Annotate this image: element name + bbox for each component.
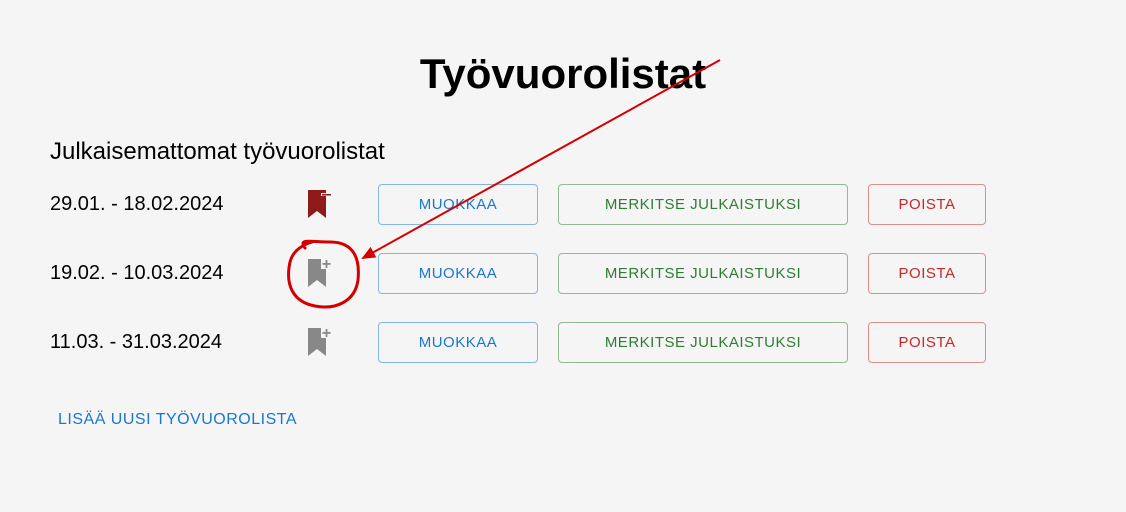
status-icon-cell bbox=[308, 190, 378, 220]
edit-button[interactable]: MUOKKAA bbox=[378, 322, 538, 363]
delete-button[interactable]: POISTA bbox=[868, 184, 986, 225]
delete-button[interactable]: POISTA bbox=[868, 322, 986, 363]
section-title: Julkaisemattomat työvuorolistat bbox=[50, 138, 1076, 166]
schedule-row: 29.01. - 18.02.2024 MUOKKAA MERKITSE JUL… bbox=[50, 184, 1076, 225]
edit-button[interactable]: MUOKKAA bbox=[378, 184, 538, 225]
delete-button[interactable]: POISTA bbox=[868, 253, 986, 294]
schedule-row: 19.02. - 10.03.2024 MUOKKAA MERKITSE JUL… bbox=[50, 253, 1076, 294]
date-range: 29.01. - 18.02.2024 bbox=[50, 193, 308, 216]
date-range: 19.02. - 10.03.2024 bbox=[50, 262, 308, 285]
bookmark-plus-icon bbox=[308, 328, 332, 358]
schedule-row: 11.03. - 31.03.2024 MUOKKAA MERKITSE JUL… bbox=[50, 322, 1076, 363]
bookmark-minus-icon bbox=[308, 190, 332, 220]
page-title: Työvuorolistat bbox=[50, 50, 1076, 98]
status-icon-cell bbox=[308, 259, 378, 289]
date-range: 11.03. - 31.03.2024 bbox=[50, 331, 308, 354]
mark-published-button[interactable]: MERKITSE JULKAISTUKSI bbox=[558, 253, 848, 294]
bookmark-plus-icon bbox=[308, 259, 332, 289]
mark-published-button[interactable]: MERKITSE JULKAISTUKSI bbox=[558, 184, 848, 225]
mark-published-button[interactable]: MERKITSE JULKAISTUKSI bbox=[558, 322, 848, 363]
edit-button[interactable]: MUOKKAA bbox=[378, 253, 538, 294]
add-new-schedule-link[interactable]: LISÄÄ UUSI TYÖVUOROLISTA bbox=[50, 411, 297, 429]
status-icon-cell bbox=[308, 328, 378, 358]
